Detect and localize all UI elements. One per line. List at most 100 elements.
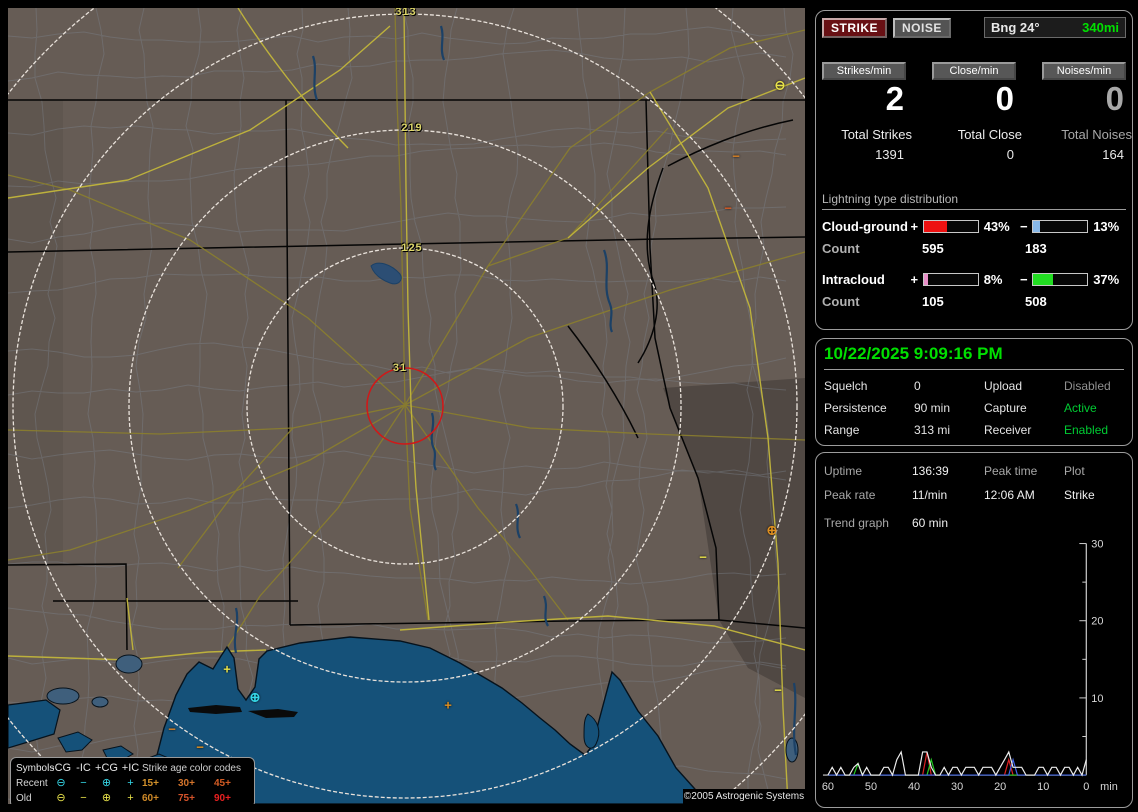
datetime-display: 10/22/2025 9:09:16 PM [824,344,1124,370]
minus-ic-old-icon: − [73,791,94,804]
strikes-per-min-value: 2 [822,82,916,117]
cg-negative-bar [1032,220,1088,233]
ic-positive-count: 105 [922,294,1025,309]
total-close-label: Total Close [932,127,1026,142]
peak-rate-label: Peak rate [824,488,912,502]
minus-sign: − [1018,272,1029,287]
age-60: 60+ [142,791,178,804]
noises-column: Noises/min 0 Total Noises 164 [1042,62,1136,162]
svg-text:20: 20 [1091,616,1103,628]
svg-text:50: 50 [865,781,877,793]
svg-text:60: 60 [822,781,834,793]
legend-header-ncg: -CG [49,761,73,776]
svg-text:10: 10 [1091,693,1103,705]
legend-row-recent: Recent [16,776,49,791]
peak-rate-value: 11/min [912,488,984,502]
trend-chart: 1020306050403020100min [816,453,1132,807]
cg-positive-count: 595 [922,241,1025,256]
peak-time-value: 12:06 AM [984,488,1064,502]
svg-text:0: 0 [1083,781,1089,793]
plot-label: Plot [1064,464,1124,478]
cg-positive-bar [923,220,979,233]
legend-header-pcg: +CG [94,761,119,776]
legend-age-title: Strike age color codes [142,761,248,776]
strike-counters-panel: STRIKE NOISE Bng 24° 340mi Strikes/min 2… [815,10,1133,330]
range-label: Range [824,423,914,437]
cloud-ground-label: Cloud-ground [822,219,909,234]
cg-positive-pct: 43% [982,219,1019,234]
intracloud-row: Intracloud + 8% − 37% [822,272,1128,287]
symbol-legend: Symbols -CG -IC +CG +IC Strike age color… [10,757,255,804]
uptime-value: 136:39 [912,464,984,478]
persistence-label: Persistence [824,401,914,415]
close-per-min-value: 0 [932,82,1026,117]
ic-positive-bar [923,273,979,286]
distribution-title: Lightning type distribution [822,192,1126,210]
plus-ic-old-icon: + [119,791,142,804]
range-value: 313 mi [914,423,984,437]
ic-negative-count: 508 [1025,294,1047,309]
status-panel: 10/22/2025 9:09:16 PM Squelch 0 Upload D… [815,338,1133,446]
intracloud-count-row: Count 105 508 [822,294,1126,309]
ic-negative-pct: 37% [1091,272,1128,287]
squelch-label: Squelch [824,379,914,393]
capture-label: Capture [984,401,1064,415]
age-75: 75+ [178,791,214,804]
age-90: 90+ [214,791,248,804]
squelch-value: 0 [914,379,984,393]
plus-cg-recent-icon: ⊕ [94,776,119,791]
noise-mode-button[interactable]: NOISE [893,18,951,38]
uptime-label: Uptime [824,464,912,478]
capture-value: Active [1064,401,1124,415]
cloud-ground-row: Cloud-ground + 43% − 13% [822,219,1128,234]
ic-positive-pct: 8% [982,272,1019,287]
legend-header-nic: -IC [73,761,94,776]
trend-graph-value: 60 min [912,516,984,530]
receiver-label: Receiver [984,423,1064,437]
legend-symbols-label: Symbols [16,761,49,776]
svg-text:30: 30 [1091,539,1103,551]
intracloud-label: Intracloud [822,272,909,287]
noises-per-min-value: 0 [1042,82,1136,117]
noises-per-min-button[interactable]: Noises/min [1042,62,1126,80]
total-noises-label: Total Noises [1042,127,1136,142]
copyright-bar: ©2005 Astrogenic Systems [683,789,805,804]
close-column: Close/min 0 Total Close 0 [932,62,1026,162]
peak-time-label: Peak time [984,464,1064,478]
legend-row-old: Old [16,791,49,804]
plus-sign: + [909,219,920,234]
svg-text:20: 20 [994,781,1006,793]
total-strikes-value: 1391 [822,147,916,162]
minus-cg-recent-icon: ⊖ [49,776,73,791]
svg-text:40: 40 [908,781,920,793]
plus-sign: + [909,272,920,287]
total-noises-value: 164 [1042,147,1136,162]
persistence-value: 90 min [914,401,984,415]
strike-mode-button[interactable]: STRIKE [822,18,887,38]
close-per-min-button[interactable]: Close/min [932,62,1016,80]
receiver-value: Enabled [1064,423,1124,437]
age-30: 30+ [178,776,214,791]
range-value: 340mi [1082,20,1119,35]
minus-sign: − [1018,219,1029,234]
total-strikes-label: Total Strikes [822,127,916,142]
map-graphics [8,8,805,804]
upload-value: Disabled [1064,379,1124,393]
cg-negative-count: 183 [1025,241,1047,256]
radar-map[interactable]: 31321912531⊖−−⊕−−+⊕+−− Symbols -CG -IC +… [8,8,805,804]
cg-negative-pct: 13% [1091,219,1128,234]
svg-text:30: 30 [951,781,963,793]
trend-graph-label: Trend graph [824,516,912,530]
legend-header-pic: +IC [119,761,142,776]
plus-ic-recent-icon: + [119,776,142,791]
age-15: 15+ [142,776,178,791]
age-45: 45+ [214,776,248,791]
strikes-per-min-button[interactable]: Strikes/min [822,62,906,80]
plus-cg-old-icon: ⊕ [94,791,119,804]
app-window: 31321912531⊖−−⊕−−+⊕+−− Symbols -CG -IC +… [0,0,1138,812]
count-label: Count [822,294,922,309]
upload-label: Upload [984,379,1064,393]
svg-text:10: 10 [1037,781,1049,793]
ic-negative-bar [1032,273,1088,286]
count-label: Count [822,241,922,256]
